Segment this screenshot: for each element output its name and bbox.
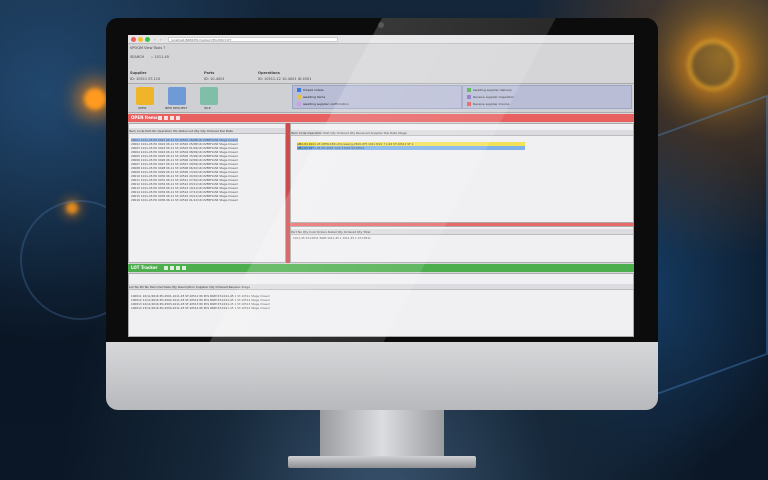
- idle-label: IDLE: [204, 106, 211, 110]
- new-request-label: NEW REQUEST: [165, 106, 188, 110]
- filter-icon[interactable]: [170, 266, 174, 270]
- lot-tracker-band: LOT Tracker: [128, 264, 634, 272]
- print-icon[interactable]: [176, 116, 180, 120]
- new-request-button[interactable]: [168, 87, 186, 105]
- open-button[interactable]: [136, 87, 154, 105]
- webcam: [378, 22, 384, 28]
- legend-item: Closed orders: [297, 88, 324, 93]
- status-legend-right: Awaiting supplier delivery Receive suppl…: [462, 85, 632, 109]
- lot-tracker-panel: Lot No PO No Item Del Date Qty Descripti…: [128, 273, 634, 337]
- open-label: OPEN: [138, 106, 147, 110]
- lot-tracker-title: LOT Tracker: [131, 265, 158, 270]
- parts-value: ID: 10-4001: [204, 77, 225, 81]
- gear-glow: [688, 40, 738, 90]
- lot-tracker-table: 100011 10/11/2016 PO-4501-1011-45 ST-105…: [131, 294, 270, 310]
- search-icon[interactable]: ⌕: [151, 55, 153, 59]
- refresh-icon[interactable]: [164, 266, 168, 270]
- browser-titlebar: ‹ › localhost:8080/PO-tracker/?PO-POQ=QT: [128, 35, 634, 44]
- monitor-chin: [106, 342, 658, 410]
- legend-item: Awaiting items: [297, 95, 325, 100]
- legend-item: Awaiting supplier delivery: [467, 88, 512, 93]
- legend-item: Receive supplier inspection: [467, 95, 514, 100]
- close-button[interactable]: [131, 37, 136, 42]
- search-input[interactable]: 1011-45: [154, 55, 169, 59]
- detail-sub-header: Part No Qty Cost Orders Detail Qty Order…: [291, 229, 633, 235]
- print-icon[interactable]: [182, 266, 186, 270]
- detail-panel: Item Code Operation Stat Qty Ordered Qty…: [290, 123, 634, 223]
- search-row: SEARCH ⌕ 1011-45: [130, 55, 169, 59]
- supplier-value: ID: 10511 ST-110: [130, 77, 161, 81]
- monitor-stand: [320, 410, 444, 462]
- detail-row[interactable]: AMC-02 1011-45 PO-4502 1/22 4 8/22 ST-10…: [297, 146, 525, 150]
- glow-orb: [84, 88, 106, 110]
- legend-item: Receive supplier invoice: [467, 102, 509, 107]
- open-items-header: Item Code Part No Operation PO status Lo…: [129, 128, 285, 134]
- filter-icon[interactable]: [164, 116, 168, 120]
- back-button[interactable]: ‹: [154, 37, 156, 42]
- export-icon[interactable]: [176, 266, 180, 270]
- table-row[interactable]: 20016 1011-45 PO 0936 06.11 ST-10516 01/…: [131, 198, 238, 202]
- refresh-icon[interactable]: [158, 116, 162, 120]
- idle-button[interactable]: [200, 87, 218, 105]
- open-items-title: OPEN Items: [131, 115, 158, 120]
- detail-sub-row[interactable]: 1011-45 ST-10511 PART-1011-45 1 1011-45 …: [293, 236, 371, 240]
- operations-header: Operations: [258, 71, 280, 75]
- lot-tracker-header: Lot No PO No Item Del Date Qty Descripti…: [129, 284, 633, 290]
- supplier-header: Supplier: [130, 71, 147, 75]
- search-label: SEARCH: [130, 55, 145, 59]
- open-items-panel: Item Code Part No Operation PO status Lo…: [128, 123, 286, 263]
- status-legend-left: Closed orders Awaiting items Awaiting su…: [292, 85, 462, 109]
- export-icon[interactable]: [170, 116, 174, 120]
- url-bar[interactable]: localhost:8080/PO-tracker/?PO-POQ=QT: [168, 37, 338, 42]
- open-items-band: OPEN Items: [128, 114, 634, 122]
- maximize-button[interactable]: [145, 37, 150, 42]
- app-screen: ‹ › localhost:8080/PO-tracker/?PO-POQ=QT…: [128, 35, 634, 337]
- table-row[interactable]: 100014 13/11/2016 PO-4504-1011-45 ST-105…: [131, 306, 270, 310]
- parts-header: Parts: [204, 71, 215, 75]
- app-menu[interactable]: VPOQM View Tools ?: [130, 46, 165, 50]
- detail-sub-panel: Part No Qty Cost Orders Detail Qty Order…: [290, 226, 634, 263]
- minimize-button[interactable]: [138, 37, 143, 42]
- forward-button[interactable]: ›: [160, 37, 162, 42]
- open-items-table: 20001 1011-45 PO 0921 06.11 ST-10501 18/…: [131, 138, 238, 202]
- detail-header: Item Code Operation Stat Qty Ordered Qty…: [291, 130, 633, 136]
- legend-item: Awaiting supplier confirmation: [297, 102, 349, 107]
- monitor-foot: [288, 456, 476, 468]
- operations-value: ID: 10511-12 10-4001 ID 4501: [258, 77, 312, 81]
